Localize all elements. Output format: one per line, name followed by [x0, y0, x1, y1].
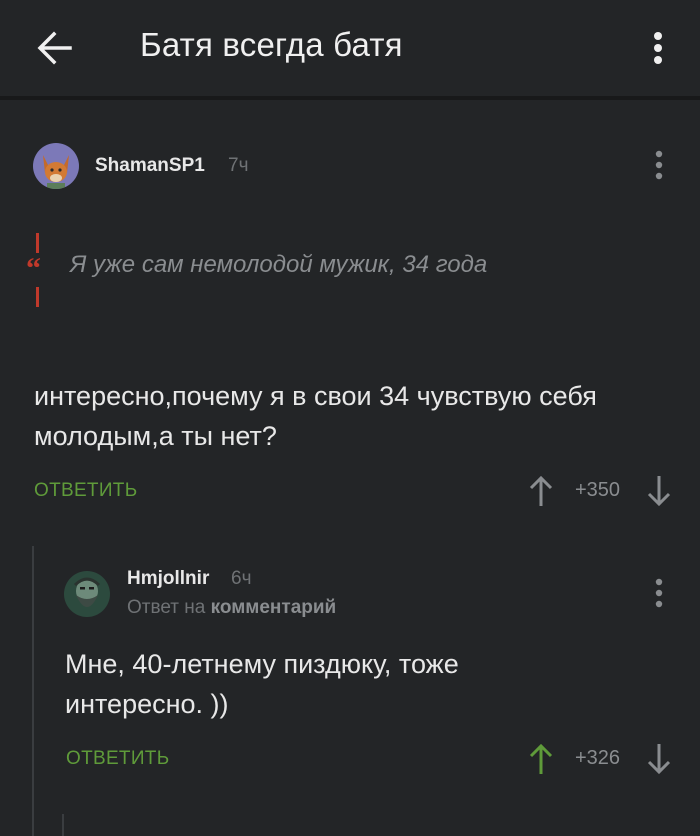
comment-score: +350 [575, 479, 621, 501]
overflow-menu-button[interactable] [640, 24, 676, 72]
more-vert-icon [654, 32, 662, 64]
more-vert-icon [655, 150, 663, 180]
upvote-button[interactable] [528, 742, 554, 776]
comment-author[interactable]: Hmjollnir [127, 568, 209, 590]
app-bar: Батя всегда батя [0, 0, 700, 100]
upvote-button[interactable] [528, 474, 554, 508]
comment-body: интересно,почему я в свои 34 чувствую се… [34, 376, 597, 456]
arrow-left-icon [37, 31, 72, 65]
comment-body: Мне, 40-летнему пиздюку, тоже интересно.… [65, 644, 459, 724]
back-button[interactable] [30, 24, 78, 72]
comment-menu-button[interactable] [649, 148, 669, 182]
arrow-down-icon [647, 744, 671, 775]
page-title: Батя всегда батя [140, 26, 403, 63]
reply-to-prefix: Ответ на [127, 597, 206, 618]
comment-time: 7ч [228, 155, 249, 176]
thread-line [32, 546, 34, 836]
comment-line: молодым,а ты нет? [34, 421, 277, 451]
quote-icon: “ [25, 233, 51, 307]
reply-button[interactable]: ОТВЕТИТЬ [66, 748, 169, 770]
comment-line: интересно,почему я в свои 34 чувствую се… [34, 381, 597, 411]
comment-menu-button[interactable] [649, 576, 669, 610]
svg-text:“: “ [26, 252, 41, 285]
arrow-down-icon [647, 476, 671, 507]
thread-line-nested [62, 814, 64, 836]
arrow-up-icon [529, 743, 553, 774]
comment-line: интересно. )) [65, 689, 229, 719]
avatar[interactable] [64, 571, 110, 617]
more-vert-icon [655, 578, 663, 608]
arrow-up-icon [529, 475, 553, 506]
comment-line: Мне, 40-летнему пиздюку, тоже [65, 649, 459, 679]
bearded-man-avatar-icon [64, 571, 110, 617]
comment-score: +326 [575, 747, 621, 769]
comment-author[interactable]: ShamanSP1 [95, 155, 205, 177]
reply-button[interactable]: ОТВЕТИТЬ [34, 480, 137, 502]
downvote-button[interactable] [646, 742, 672, 776]
avatar[interactable] [33, 143, 79, 189]
reply-to-target-link[interactable]: комментарий [211, 597, 337, 618]
quoted-text: Я уже сам немолодой мужик, 34 года [70, 251, 488, 278]
comment-time: 6ч [231, 568, 252, 589]
fox-avatar-icon [33, 143, 79, 189]
downvote-button[interactable] [646, 474, 672, 508]
reply-to-label[interactable]: Ответ на комментарий [127, 597, 336, 619]
